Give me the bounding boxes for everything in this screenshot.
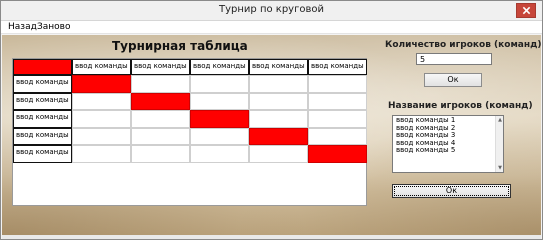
table-cell[interactable]	[249, 75, 308, 93]
column-header[interactable]: ввод команды 2	[131, 59, 190, 75]
row-header[interactable]: ввод команды 1	[13, 75, 72, 93]
row-header[interactable]: ввод команды 4	[13, 127, 72, 145]
menu-item-back[interactable]: Назад	[8, 22, 37, 32]
table-corner-cell	[13, 59, 72, 75]
table-cell[interactable]	[131, 145, 190, 163]
title-bar: Турнир по круговой	[1, 1, 542, 21]
table-cell[interactable]	[131, 127, 190, 145]
close-button[interactable]	[516, 3, 536, 18]
close-icon	[522, 6, 530, 15]
table-cell[interactable]	[131, 75, 190, 93]
diagonal-cell	[190, 110, 249, 128]
players-count-label: Количество игроков (команд)	[385, 40, 542, 50]
names-scrollbar[interactable]: ▲ ▼	[495, 116, 503, 172]
tournament-table: ввод команды 1 ввод команды 2 ввод команды…	[12, 58, 367, 206]
app-window: Турнир по круговой Назад Заново Турнирна…	[0, 0, 543, 240]
table-cell[interactable]	[190, 145, 249, 163]
table-cell[interactable]	[249, 145, 308, 163]
table-cell[interactable]	[249, 92, 308, 110]
table-cell[interactable]	[249, 110, 308, 128]
table-cell[interactable]	[131, 110, 190, 128]
menu-bar: Назад Заново	[1, 21, 542, 34]
row-header[interactable]: ввод команды 2	[13, 92, 72, 110]
column-header[interactable]: ввод команды 3	[190, 59, 249, 75]
scroll-down-icon[interactable]: ▼	[497, 165, 503, 171]
table-cell[interactable]	[308, 127, 367, 145]
names-ok-button[interactable]: Ок	[392, 184, 511, 198]
scroll-up-icon[interactable]: ▲	[497, 117, 503, 123]
diagonal-cell	[131, 92, 190, 110]
list-item: ввод команды 5	[396, 146, 456, 154]
table-cell[interactable]	[72, 127, 131, 145]
row-header[interactable]: ввод команды 3	[13, 110, 72, 128]
players-count-input[interactable]: 5	[416, 53, 492, 65]
names-list: ввод команды 1 ввод команды 2 ввод команды…	[396, 116, 500, 155]
status-bar	[2, 235, 541, 239]
column-header[interactable]: ввод команды 4	[249, 59, 308, 75]
table-cell[interactable]	[72, 145, 131, 163]
players-names-label: Название игроков (команд)	[388, 101, 533, 111]
table-cell[interactable]	[190, 92, 249, 110]
table-cell[interactable]	[308, 92, 367, 110]
diagonal-cell	[249, 127, 308, 145]
column-header[interactable]: ввод команды 5	[308, 59, 367, 75]
column-header[interactable]: ввод команды 1	[72, 59, 131, 75]
main-panel: Турнирная таблица ввод команды 1 ввод ком…	[2, 35, 541, 235]
diagonal-cell	[72, 75, 131, 93]
count-ok-button[interactable]: Ок	[424, 73, 482, 87]
row-header[interactable]: ввод команды 5	[13, 145, 72, 163]
table-title: Турнирная таблица	[112, 39, 248, 53]
table-cell[interactable]	[190, 75, 249, 93]
table-cell[interactable]	[72, 110, 131, 128]
window-title: Турнир по круговой	[219, 4, 324, 15]
table-cell[interactable]	[190, 127, 249, 145]
table-cell[interactable]	[308, 110, 367, 128]
table-cell[interactable]	[308, 75, 367, 93]
table-cell[interactable]	[72, 92, 131, 110]
players-names-textarea[interactable]: ввод команды 1 ввод команды 2 ввод команды…	[392, 115, 504, 173]
menu-item-restart[interactable]: Заново	[37, 22, 71, 32]
diagonal-cell	[308, 145, 367, 163]
